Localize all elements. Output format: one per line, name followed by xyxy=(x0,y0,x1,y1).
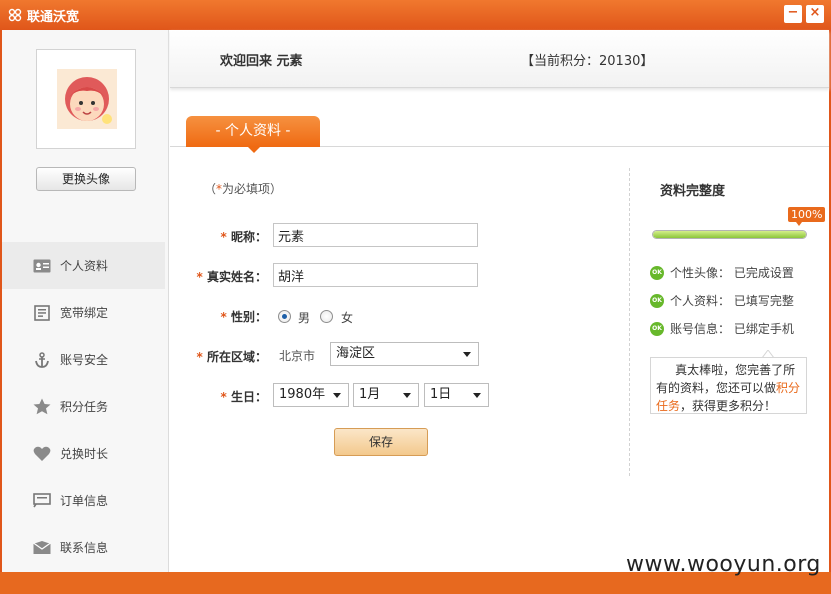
order-icon xyxy=(32,492,52,510)
vertical-divider xyxy=(629,168,630,476)
district-select[interactable]: 海淀区 xyxy=(330,342,479,366)
birthday-label-text: 生日： xyxy=(230,390,267,404)
tip-text-2: ，获得更多积分！ xyxy=(680,399,777,413)
completion-progress-bar xyxy=(652,230,807,239)
city-text: 北京市 xyxy=(279,349,316,363)
anchor-icon xyxy=(32,351,52,369)
status-label: 个人资料： xyxy=(670,294,731,308)
status-value: 已绑定手机 xyxy=(733,322,794,336)
gender-female-label: 女 xyxy=(341,311,354,325)
completion-percent-badge: 100% xyxy=(788,207,826,226)
sidebar-item-contact[interactable]: 联系信息 xyxy=(2,524,168,571)
close-button[interactable]: × xyxy=(806,5,824,23)
required-note-open: （ xyxy=(204,182,217,196)
region-label-text: 所在区域： xyxy=(206,350,267,364)
required-star: * xyxy=(220,230,227,244)
sidebar-item-label: 订单信息 xyxy=(60,494,109,508)
sidebar-item-label: 宽带绑定 xyxy=(60,306,109,320)
ok-check-icon: OK xyxy=(650,293,664,308)
completion-tooltip: 真太棒啦，您完善了所有的资料，您还可以做积分任务，获得更多积分！ xyxy=(650,357,807,414)
gender-male-label: 男 xyxy=(298,311,311,325)
gender-female-radio[interactable] xyxy=(320,310,333,323)
gender-male-radio[interactable] xyxy=(278,310,291,323)
status-value: 已填写完整 xyxy=(733,294,794,308)
change-avatar-button[interactable]: 更换头像 xyxy=(36,167,136,191)
tab-profile[interactable]: - 个人资料 - xyxy=(186,116,320,147)
completion-title: 资料完整度 xyxy=(660,184,726,199)
avatar-frame xyxy=(36,49,136,149)
tab-pointer xyxy=(248,147,260,153)
status-avatar-row: OK 个性头像： 已完成设置 xyxy=(650,264,794,281)
sidebar-item-label: 兑换时长 xyxy=(60,447,109,461)
required-star: * xyxy=(220,310,227,324)
title-bar: 联通沃宽 − × xyxy=(0,0,831,30)
sidebar-item-broadband[interactable]: 宽带绑定 xyxy=(2,289,168,336)
nickname-label: * 昵称： xyxy=(167,228,267,245)
birth-year-select[interactable]: 1980年 xyxy=(273,383,349,407)
unicom-logo-icon xyxy=(8,8,22,22)
realname-field[interactable] xyxy=(273,263,478,287)
status-label: 个性头像： xyxy=(670,266,731,280)
realname-label-text: 真实姓名： xyxy=(206,270,267,284)
region-label: * 所在区域： xyxy=(167,348,267,365)
sidebar-item-security[interactable]: 账号安全 xyxy=(2,336,168,383)
ok-check-icon: OK xyxy=(650,321,664,336)
gender-label: * 性别： xyxy=(167,308,267,325)
sidebar-item-label: 个人资料 xyxy=(60,259,109,273)
chevron-down-icon xyxy=(463,352,471,357)
sidebar-item-label: 账号安全 xyxy=(60,353,109,367)
district-value: 海淀区 xyxy=(336,346,376,361)
sidebar-item-orders[interactable]: 订单信息 xyxy=(2,477,168,524)
chevron-down-icon xyxy=(473,393,481,398)
points-display: 【当前积分：20130】 xyxy=(521,54,654,69)
status-label: 账号信息： xyxy=(670,322,731,336)
minimize-button[interactable]: − xyxy=(784,5,802,23)
window-title: 联通沃宽 xyxy=(27,10,80,25)
nickname-label-text: 昵称： xyxy=(230,230,267,244)
birth-day-value: 1日 xyxy=(430,387,452,402)
document-icon xyxy=(32,304,52,322)
sidebar-item-points-tasks[interactable]: 积分任务 xyxy=(2,383,168,430)
welcome-text: 欢迎回来 元素 xyxy=(220,54,303,69)
header: 欢迎回来 元素 【当前积分：20130】 xyxy=(170,30,829,88)
status-profile-row: OK 个人资料： 已填写完整 xyxy=(650,292,794,309)
birth-day-select[interactable]: 1日 xyxy=(424,383,489,407)
required-star: * xyxy=(196,350,203,364)
watermark-text: www.wooyun.org xyxy=(626,552,821,577)
tip-text-1: 真太棒啦，您完善了所有的资料，您还可以做 xyxy=(656,363,796,395)
gender-label-text: 性别： xyxy=(230,310,267,324)
status-value: 已完成设置 xyxy=(733,266,794,280)
heart-icon xyxy=(32,445,52,463)
chevron-down-icon xyxy=(403,393,411,398)
required-note-text: 为必填项） xyxy=(222,182,283,196)
chevron-down-icon xyxy=(333,393,341,398)
required-note: （*为必填项） xyxy=(204,180,282,197)
status-account-row: OK 账号信息： 已绑定手机 xyxy=(650,320,794,337)
sidebar-item-label: 联系信息 xyxy=(60,541,109,555)
sidebar-item-label: 积分任务 xyxy=(60,400,109,414)
sidebar-item-profile[interactable]: 个人资料 xyxy=(2,242,165,289)
ok-check-icon: OK xyxy=(650,265,664,280)
sidebar-nav: 个人资料 宽带绑定 账号安全 积分任务 兑换时长 订单信息 联系信息 xyxy=(2,242,168,571)
mail-icon xyxy=(32,539,52,557)
nickname-field[interactable] xyxy=(273,223,478,247)
required-star: * xyxy=(220,390,227,404)
birth-month-value: 1月 xyxy=(359,387,381,402)
birthday-label: * 生日： xyxy=(167,388,267,405)
id-card-icon xyxy=(32,257,52,275)
birth-year-value: 1980年 xyxy=(279,387,326,402)
realname-label: * 真实姓名： xyxy=(167,268,267,285)
sidebar-item-redeem-time[interactable]: 兑换时长 xyxy=(2,430,168,477)
completion-progress-fill xyxy=(653,231,806,238)
birth-month-select[interactable]: 1月 xyxy=(353,383,419,407)
star-icon xyxy=(32,398,52,416)
avatar xyxy=(57,69,117,129)
save-button[interactable]: 保存 xyxy=(334,428,428,456)
sidebar: 更换头像 个人资料 宽带绑定 账号安全 积分任务 兑换时长 订单信息 联系信息 xyxy=(2,30,169,572)
required-star: * xyxy=(196,270,203,284)
